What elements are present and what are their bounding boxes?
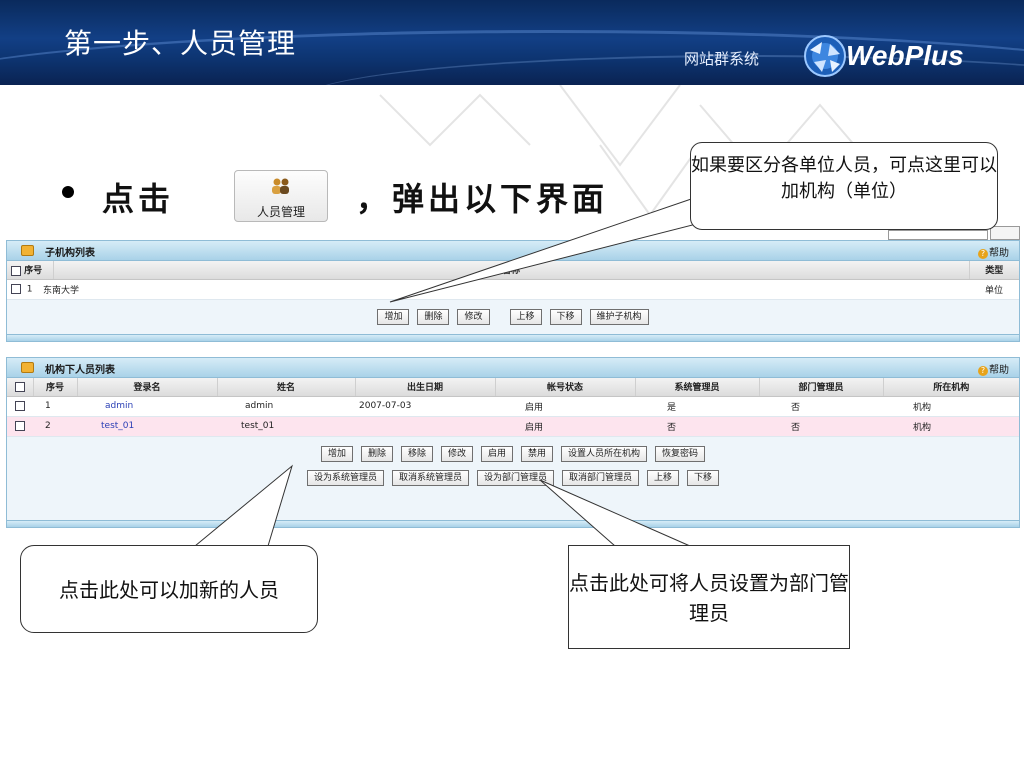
- row-deptadmin-cell: 否: [759, 396, 883, 417]
- bullet-suffix: ，弹出以下界面: [356, 180, 609, 218]
- header-banner: 第一步、人员管理 网站群系统 WebPlus: [0, 0, 1024, 85]
- col-select: [7, 378, 34, 397]
- add-org-button[interactable]: 增加: [377, 309, 410, 325]
- table-header-row: 序号 名称 类型: [7, 261, 1019, 280]
- set-org-button[interactable]: 设置人员所在机构: [561, 446, 648, 462]
- bullet-prefix: 点击: [102, 180, 175, 218]
- person-management-label: 人员管理: [256, 205, 305, 219]
- personnel-panel-title: 机构下人员列表: [45, 365, 115, 376]
- table-row[interactable]: 1 东南大学 单位: [7, 279, 1019, 300]
- row-name-cell: admin: [217, 396, 355, 417]
- col-birth: 出生日期: [355, 378, 496, 397]
- callout-add-org: 如果要区分各单位人员，可点这里可以加机构（单位）: [690, 142, 998, 230]
- personnel-button-row-2: 设为系统管理员 取消系统管理员 设为部门管理员 取消部门管理员 上移 下移: [7, 470, 1019, 486]
- brand-name: WebPlus: [846, 40, 964, 71]
- personnel-button-row-1: 增加 删除 移除 修改 启用 禁用 设置人员所在机构 恢复密码: [7, 446, 1019, 462]
- row-birth-cell: 2007-07-03: [355, 396, 495, 417]
- row-type-cell: 单位: [969, 279, 1019, 300]
- row-checkbox-cell: [7, 396, 33, 417]
- col-type: 类型: [969, 261, 1019, 280]
- move-up-org-button[interactable]: 上移: [509, 309, 542, 325]
- edit-org-button[interactable]: 修改: [457, 309, 490, 325]
- maintain-sub-org-button[interactable]: 维护子机构: [589, 309, 649, 325]
- select-all-checkbox[interactable]: [14, 381, 25, 392]
- row-org-cell: 机构: [883, 396, 1019, 417]
- row-status-cell: 启用: [495, 416, 635, 437]
- partial-input: [888, 230, 988, 240]
- col-login: 登录名: [77, 378, 218, 397]
- enable-button[interactable]: 启用: [481, 446, 514, 462]
- row-checkbox[interactable]: [11, 283, 21, 294]
- bullet-dot: [62, 186, 74, 198]
- panel-footer: [7, 520, 1019, 527]
- unset-sysadmin-button[interactable]: 取消系统管理员: [391, 470, 469, 486]
- select-all-checkbox[interactable]: [11, 265, 21, 276]
- sub-org-button-row: 增加 删除 修改 上移 下移 维护子机构: [7, 309, 1019, 325]
- col-status: 帐号状态: [495, 378, 636, 397]
- row-index-cell: 2: [33, 416, 77, 437]
- personnel-table: 序号 登录名 姓名 出生日期 帐号状态 系统管理员 部门管理员 所在机构 1 a…: [7, 378, 1019, 437]
- row-status-cell: 启用: [495, 396, 635, 417]
- unset-deptadmin-button[interactable]: 取消部门管理员: [562, 470, 640, 486]
- add-person-button[interactable]: 增加: [320, 446, 353, 462]
- edit-person-button[interactable]: 修改: [440, 446, 473, 462]
- table-row[interactable]: 2 test_01 test_01 启用 否 否 机构: [7, 416, 1019, 437]
- sub-org-panel-title: 子机构列表: [45, 248, 95, 259]
- col-org: 所在机构: [883, 378, 1019, 397]
- row-name-cell: 东南大学: [43, 279, 969, 300]
- move-up-person-button[interactable]: 上移: [647, 470, 680, 486]
- row-login-link[interactable]: test_01: [77, 416, 217, 437]
- col-index: 序号: [33, 378, 78, 397]
- folder-icon: [21, 245, 34, 256]
- row-org-cell: 机构: [883, 416, 1019, 437]
- move-down-org-button[interactable]: 下移: [549, 309, 582, 325]
- table-row[interactable]: 1 admin admin 2007-07-03 启用 是 否 机构: [7, 396, 1019, 417]
- slide-title: 第一步、人员管理: [64, 27, 297, 60]
- col-name: 姓名: [217, 378, 356, 397]
- people-icon: [235, 177, 327, 199]
- row-login-link[interactable]: admin: [77, 396, 217, 417]
- row-name-cell: test_01: [217, 416, 355, 437]
- personnel-panel: 机构下人员列表 ? 帮助 序号 登录名 姓名 出生日期 帐号状态 系统管理员 部门…: [6, 357, 1020, 528]
- row-index-cell: 1: [33, 396, 77, 417]
- row-birth-cell: [355, 416, 495, 437]
- webplus-logo-icon: [804, 35, 846, 77]
- help-link[interactable]: ? 帮助: [978, 361, 1009, 376]
- row-sysadmin-cell: 否: [635, 416, 759, 437]
- delete-person-button[interactable]: 删除: [360, 446, 393, 462]
- col-index: 序号: [7, 261, 54, 280]
- set-deptadmin-button[interactable]: 设为部门管理员: [476, 470, 554, 486]
- sub-org-table: 序号 名称 类型 1 东南大学 单位: [7, 261, 1019, 300]
- folder-icon: [21, 362, 34, 373]
- row-sysadmin-cell: 是: [635, 396, 759, 417]
- help-icon: ?: [978, 249, 988, 259]
- col-name: 名称: [53, 261, 970, 280]
- row-checkbox-cell: [7, 416, 33, 437]
- row-checkbox[interactable]: [15, 400, 25, 411]
- help-icon: ?: [978, 366, 988, 376]
- panel-footer: [7, 334, 1019, 341]
- sub-org-panel-header: 子机构列表 ? 帮助: [7, 241, 1019, 261]
- table-header-row: 序号 登录名 姓名 出生日期 帐号状态 系统管理员 部门管理员 所在机构: [7, 378, 1019, 397]
- callout-set-deptadmin: 点击此处可将人员设置为部门管理员: [568, 545, 850, 649]
- help-label: 帮助: [989, 248, 1009, 259]
- personnel-panel-header: 机构下人员列表 ? 帮助: [7, 358, 1019, 378]
- help-link[interactable]: ? 帮助: [978, 244, 1009, 259]
- col-sysadmin: 系统管理员: [635, 378, 760, 397]
- help-label: 帮助: [989, 365, 1009, 376]
- partial-button: [990, 226, 1020, 240]
- move-down-person-button[interactable]: 下移: [687, 470, 720, 486]
- col-deptadmin: 部门管理员: [759, 378, 884, 397]
- remove-person-button[interactable]: 移除: [400, 446, 433, 462]
- row-checkbox[interactable]: [15, 420, 25, 431]
- set-sysadmin-button[interactable]: 设为系统管理员: [306, 470, 384, 486]
- disable-button[interactable]: 禁用: [521, 446, 554, 462]
- sub-org-panel: 子机构列表 ? 帮助 序号 名称 类型 1 东南大学 单位 增加 删除 修改 上移…: [6, 240, 1020, 342]
- row-deptadmin-cell: 否: [759, 416, 883, 437]
- reset-password-button[interactable]: 恢复密码: [655, 446, 706, 462]
- delete-org-button[interactable]: 删除: [417, 309, 450, 325]
- callout-add-person: 点击此处可以加新的人员: [20, 545, 318, 633]
- person-management-button[interactable]: 人员管理: [234, 170, 328, 222]
- brand-subtitle: 网站群系统: [684, 50, 760, 68]
